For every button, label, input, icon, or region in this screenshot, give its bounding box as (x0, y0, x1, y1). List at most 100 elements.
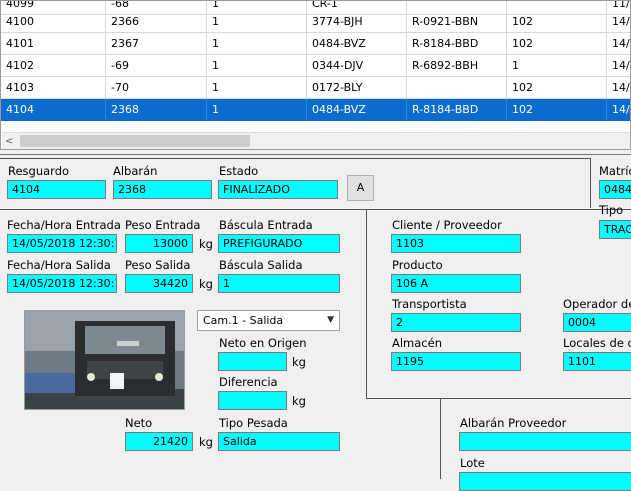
table-cell: 1 (207, 11, 307, 32)
tipo-pesada-field[interactable]: Salida (218, 432, 340, 451)
table-cell: 4100 (1, 11, 106, 32)
fecha-entrada-field[interactable]: 14/05/2018 12:30:16 (7, 234, 117, 253)
scrollbar-thumb[interactable] (20, 135, 250, 147)
cliente-field[interactable]: 1103 (391, 234, 521, 253)
bascula-entrada-field[interactable]: PREFIGURADO (218, 234, 340, 253)
table-cell: 102 (507, 11, 607, 32)
bottom-panel-left-border (440, 398, 441, 479)
matricula-label: Matríc (599, 164, 631, 178)
cliente-label: Cliente / Proveedor (392, 218, 502, 232)
right-panel-border (590, 158, 591, 208)
bascula-entrada-label: Báscula Entrada (219, 218, 313, 232)
client-panel-bottom-line (366, 398, 631, 399)
almacen-label: Almacén (392, 336, 442, 350)
table-cell: 2367 (106, 33, 207, 54)
table-cell: 0172-BLY (307, 77, 407, 98)
scroll-left-icon[interactable]: < (5, 133, 17, 149)
table-cell: 3774-BJH (307, 11, 407, 32)
tipo-label: Tipo (599, 203, 624, 217)
producto-label: Producto (392, 258, 443, 272)
operador-field[interactable]: 0004 (563, 313, 631, 332)
table-cell: 14/0 (607, 55, 630, 76)
lote-field[interactable] (459, 472, 631, 491)
fecha-salida-label: Fecha/Hora Salida (7, 258, 111, 272)
neto-origen-field[interactable] (218, 352, 287, 371)
kg-unit: kg (199, 435, 213, 449)
peso-salida-field[interactable]: 34420 (125, 274, 193, 293)
estado-label: Estado (219, 164, 259, 178)
camera-snapshot (24, 310, 185, 410)
estado-field[interactable]: FINALIZADO (218, 180, 338, 199)
table-row[interactable]: 4101236710484-BVZR-8184-BBD10214/0 (1, 33, 630, 55)
kg-unit: kg (199, 277, 213, 291)
horizontal-scrollbar[interactable]: < (2, 132, 630, 149)
peso-entrada-field[interactable]: 13000 (125, 234, 193, 253)
transportista-label: Transportista (392, 297, 467, 311)
table-row[interactable]: 4100236613774-BJHR-0921-BBN10214/0 (1, 11, 630, 33)
table-row[interactable]: 4102-6910344-DJVR-6892-BBH114/0 (1, 55, 630, 77)
albaran-proveedor-field[interactable] (459, 432, 631, 451)
table-cell: 1 (207, 55, 307, 76)
table-row[interactable]: 4104236810484-BVZR-8184-BBD10214/0 (1, 99, 630, 121)
transportista-field[interactable]: 2 (391, 313, 521, 332)
table-cell: 14/0 (607, 99, 630, 120)
kg-unit: kg (292, 394, 306, 408)
table-cell: R-8184-BBD (407, 99, 507, 120)
grid-divider (0, 154, 631, 155)
client-panel-left-border (366, 209, 367, 399)
table-cell: 1 (207, 99, 307, 120)
almacen-field[interactable]: 1195 (391, 352, 521, 371)
table-cell: R-8184-BBD (407, 33, 507, 54)
records-grid[interactable]: 4099-681CR-111/04100236613774-BJHR-0921-… (0, 0, 631, 150)
header-top-line (0, 158, 590, 159)
table-cell: 102 (507, 99, 607, 120)
bascula-salida-field[interactable]: 1 (218, 274, 340, 293)
lote-label: Lote (460, 456, 485, 470)
camera-select[interactable]: Cam.1 - Salida ▼ (197, 310, 340, 331)
table-cell: -69 (106, 55, 207, 76)
neto-field[interactable]: 21420 (125, 432, 193, 451)
table-cell: 4102 (1, 55, 106, 76)
resguardo-field[interactable]: 4104 (7, 180, 106, 199)
table-cell: 0344-DJV (307, 55, 407, 76)
table-cell: 1 (207, 33, 307, 54)
table-cell: 2366 (106, 11, 207, 32)
albaran-proveedor-label: Albarán Proveedor (460, 416, 567, 430)
table-cell: 14/0 (607, 33, 630, 54)
diferencia-field[interactable] (218, 391, 287, 410)
table-cell: 0484-BVZ (307, 33, 407, 54)
matricula-field[interactable]: 0484 (599, 180, 631, 199)
locales-field[interactable]: 1101 (563, 352, 631, 371)
table-cell: 0484-BVZ (307, 99, 407, 120)
albaran-label: Albarán (113, 164, 158, 178)
table-cell: 2368 (106, 99, 207, 120)
chevron-down-icon: ▼ (327, 315, 334, 325)
table-cell (407, 77, 507, 98)
neto-label: Neto (125, 416, 153, 430)
bascula-salida-label: Báscula Salida (219, 258, 303, 272)
neto-origen-label: Neto en Origen (219, 336, 307, 350)
tipo-field[interactable]: TRAC (599, 220, 631, 239)
camera-select-value: Cam.1 - Salida (203, 314, 284, 327)
kg-unit: kg (199, 237, 213, 251)
producto-field[interactable]: 106 A (391, 274, 521, 293)
resguardo-label: Resguardo (8, 164, 70, 178)
fecha-salida-field[interactable]: 14/05/2018 12:30:16 (7, 274, 117, 293)
table-cell: 4104 (1, 99, 106, 120)
table-cell: 4101 (1, 33, 106, 54)
locales-label: Locales de o (563, 336, 631, 350)
table-row[interactable]: 4103-7010172-BLY 10214/0 (1, 77, 630, 99)
fecha-entrada-label: Fecha/Hora Entrada (7, 218, 121, 232)
header-bottom-line (0, 209, 631, 210)
tipo-pesada-label: Tipo Pesada (219, 416, 288, 430)
table-cell: 1 (507, 55, 607, 76)
peso-entrada-label: Peso Entrada (125, 218, 201, 232)
table-cell: 4103 (1, 77, 106, 98)
table-cell: 102 (507, 33, 607, 54)
table-cell: 14/0 (607, 11, 630, 32)
operador-label: Operador de (563, 297, 631, 311)
table-cell: R-6892-BBH (407, 55, 507, 76)
a-button[interactable]: A (347, 175, 374, 201)
table-cell: 1 (207, 77, 307, 98)
albaran-field[interactable]: 2368 (113, 180, 212, 199)
